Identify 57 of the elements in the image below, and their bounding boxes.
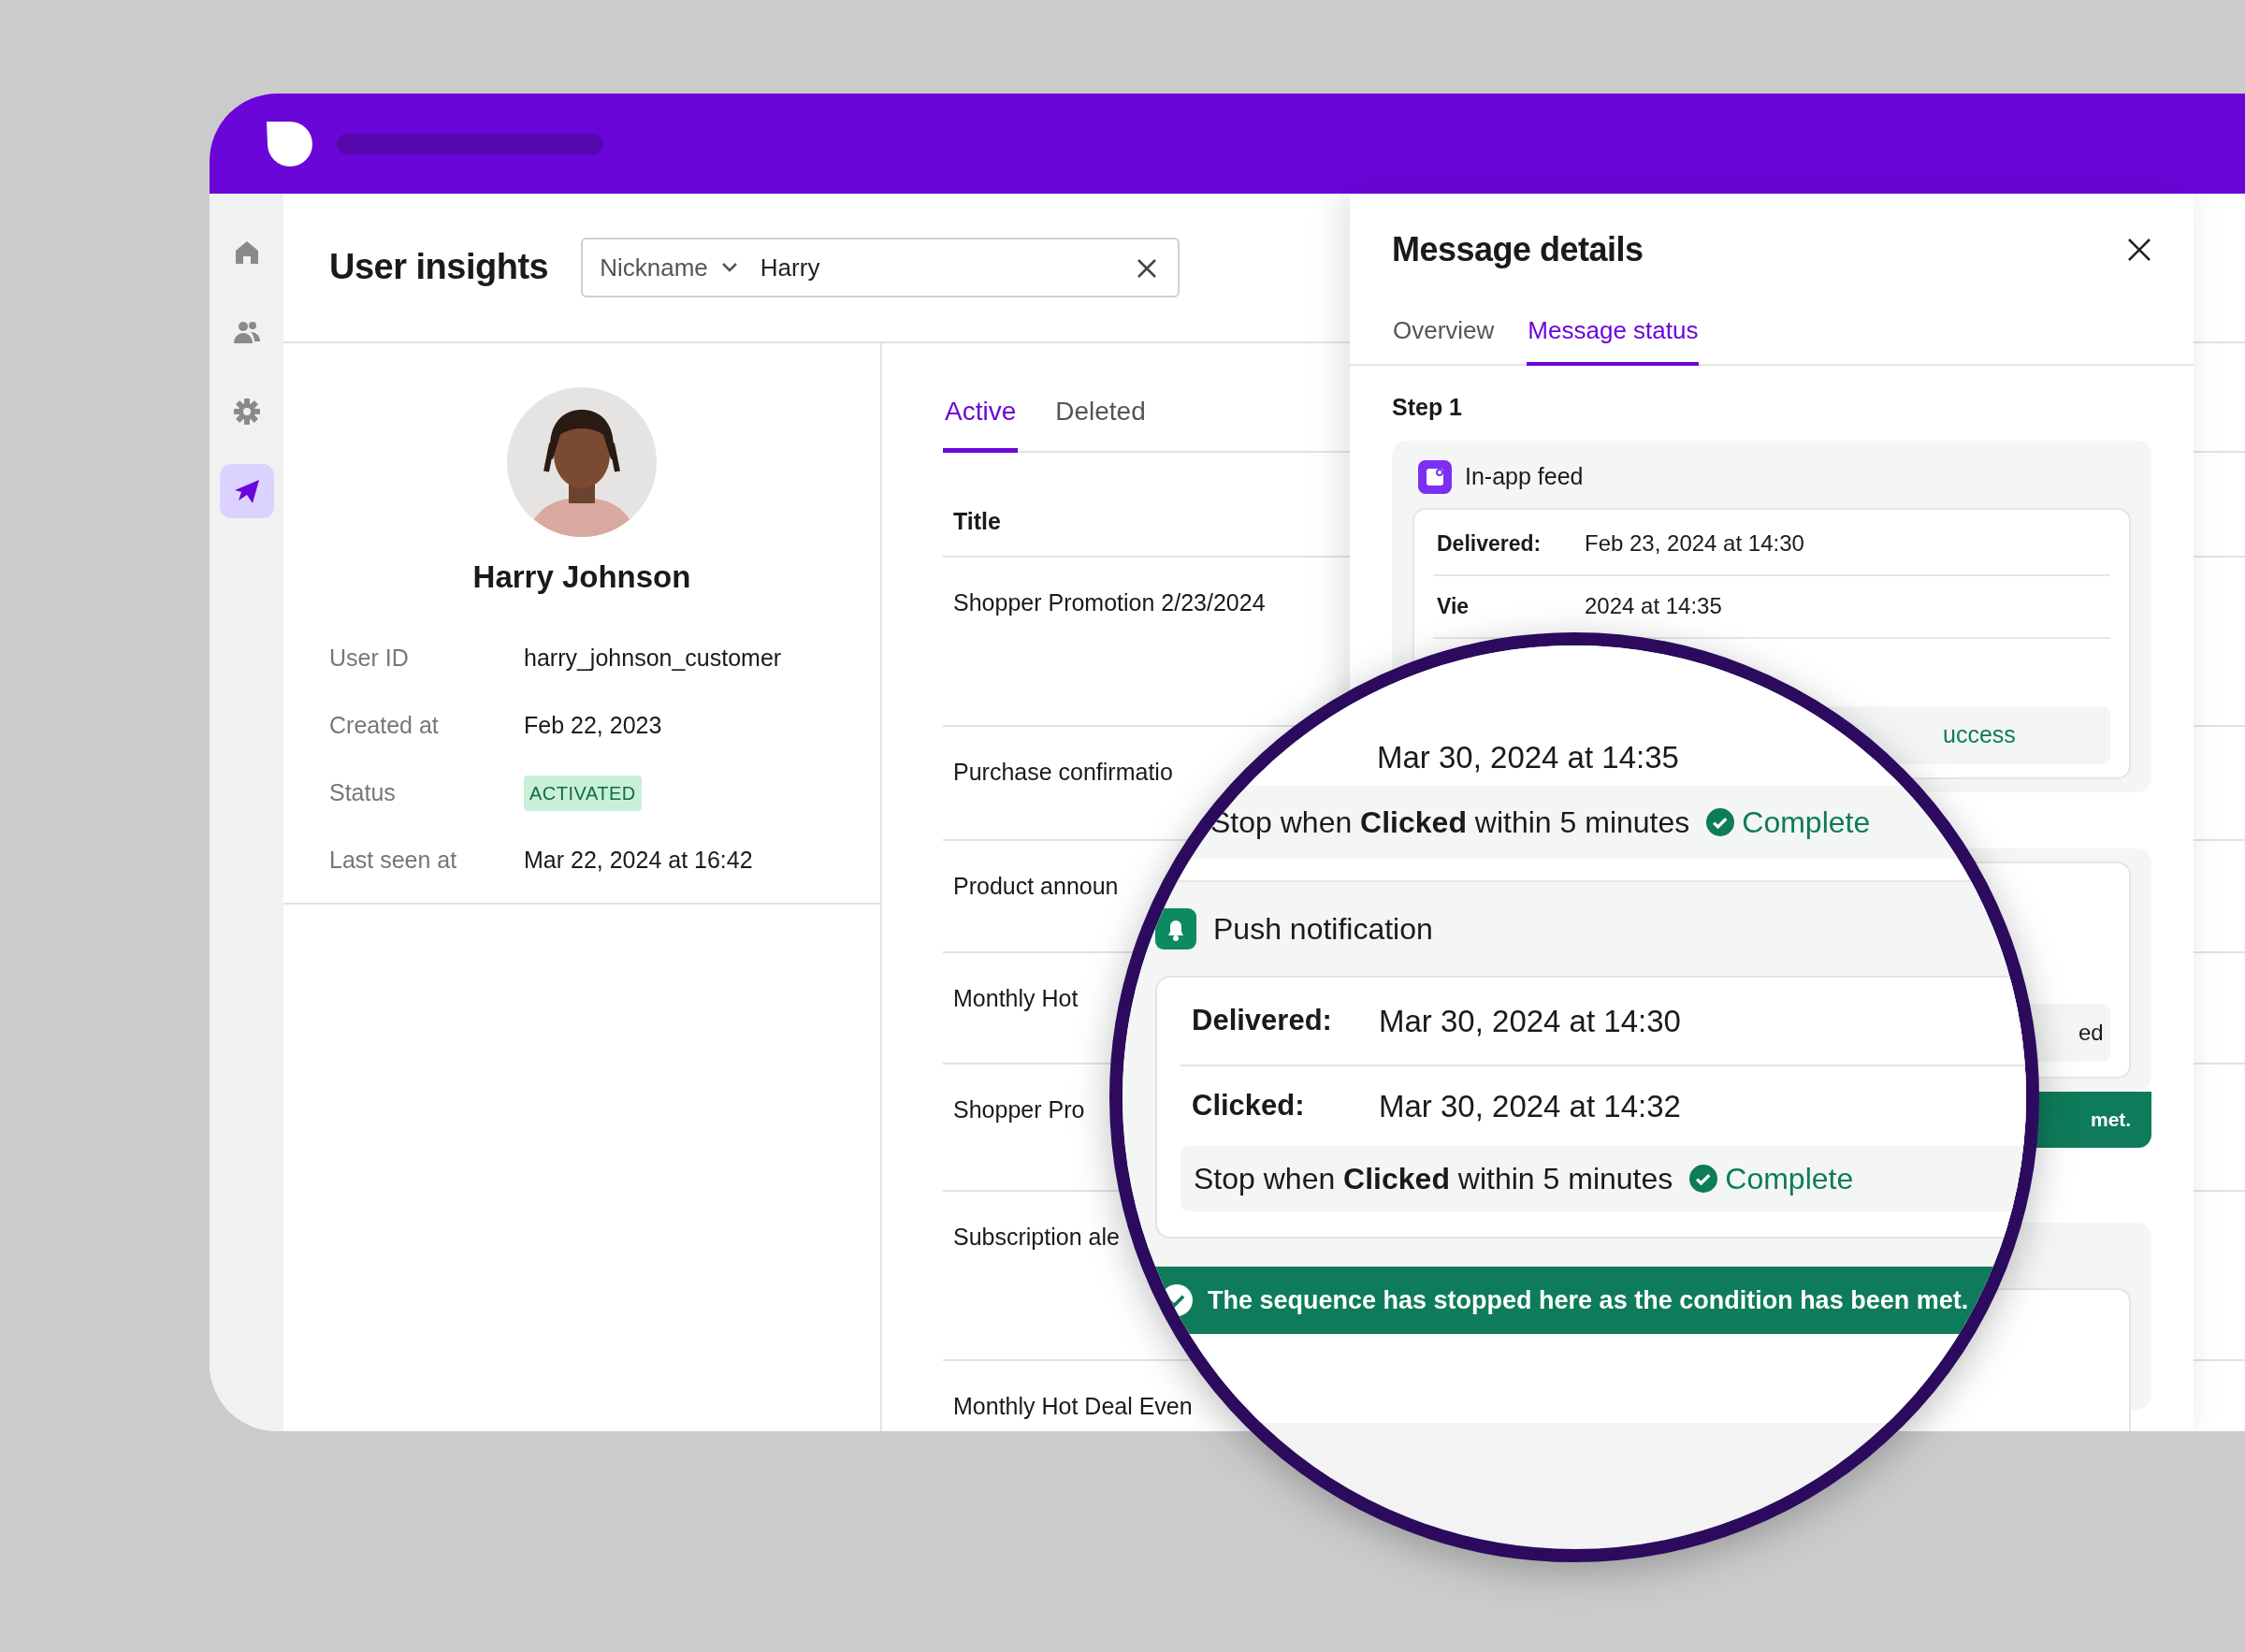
field-value: Mar 22, 2024 at 16:42 — [524, 845, 754, 875]
status-badge: ACTIVATED — [524, 775, 642, 811]
panel-title: Message details — [1392, 229, 1644, 270]
check-icon — [1689, 1165, 1718, 1193]
event-value: Mar 30, 2024 at 14:35 — [1377, 740, 1679, 775]
field-label: Status — [329, 777, 397, 807]
event-label: Delivered: — [1191, 1003, 1333, 1039]
condition-status: Complete — [1742, 804, 1871, 841]
field-value: Feb 22, 2023 — [524, 710, 663, 740]
filter-dropdown[interactable]: Nickname — [600, 249, 738, 286]
close-icon — [2127, 237, 2151, 262]
event-value: Mar 30, 2024 at 14:30 — [1379, 1002, 1681, 1040]
user-name: Harry Johnson — [472, 558, 691, 596]
step-label: Step 1 — [1392, 393, 1464, 423]
logo-icon — [267, 121, 313, 167]
bell-icon — [1155, 908, 1196, 949]
tab[interactable]: Message status — [1527, 312, 1700, 367]
event-label: Delivered: — [1436, 529, 1543, 558]
table-cell: Shopper Promotion 2/23/2024 — [953, 589, 1266, 616]
column-header: Title — [953, 508, 1001, 534]
search-input[interactable]: Harry — [758, 248, 1137, 287]
condition-status: uccess — [1943, 719, 2016, 749]
channel-name: Push notification — [1213, 911, 1433, 948]
tab[interactable]: Overview — [1392, 312, 1496, 367]
tab[interactable]: Deleted — [1053, 392, 1148, 453]
clear-button[interactable] — [1137, 256, 1158, 279]
close-button[interactable] — [2127, 237, 2151, 262]
table-cell: Shopper Pro — [953, 1096, 1085, 1123]
table-cell: Purchase confirmatio — [953, 759, 1173, 785]
chevron-down-icon — [720, 262, 738, 273]
banner-text: met. — [2091, 1107, 2132, 1132]
banner-text: The sequence has stopped here as the condition has been met. — [1208, 1284, 1969, 1316]
event-value: Feb 23, 2024 at 14:30 — [1585, 529, 1804, 558]
event-value: Mar 30, 2024 at 14:32 — [1379, 1087, 1681, 1125]
condition-status: ed — [2078, 1018, 2104, 1047]
field-label: Created at — [329, 710, 440, 740]
channel-name: In-app feed — [1465, 461, 1584, 491]
page-title: User insights — [329, 246, 549, 289]
sidebar-item[interactable] — [219, 464, 274, 518]
field-label: User ID — [329, 643, 410, 673]
close-icon — [1137, 257, 1158, 279]
condition-status: Complete — [1725, 1161, 1854, 1197]
feed-icon — [1418, 459, 1452, 494]
field-value: harry_johnson_customer — [524, 643, 783, 673]
field-label: Last seen at — [329, 845, 458, 875]
tab[interactable]: Active — [943, 392, 1019, 453]
table-cell: Monthly Hot — [953, 985, 1079, 1011]
table-cell: Product announ — [953, 873, 1119, 899]
event-value: 2024 at 14:35 — [1585, 592, 1722, 621]
event-label: Vie — [1436, 592, 1470, 620]
table-cell: Subscription ale — [953, 1224, 1120, 1250]
check-icon — [1706, 808, 1735, 836]
gear-icon — [231, 397, 262, 427]
condition-text: Stop when Clicked within 5 minutes — [1194, 1161, 1673, 1197]
search-bar[interactable]: Nickname Harry — [581, 238, 1180, 297]
table-cell: Monthly Hot Deal Even — [953, 1393, 1193, 1419]
event-label: Clicked: — [1191, 1088, 1306, 1124]
